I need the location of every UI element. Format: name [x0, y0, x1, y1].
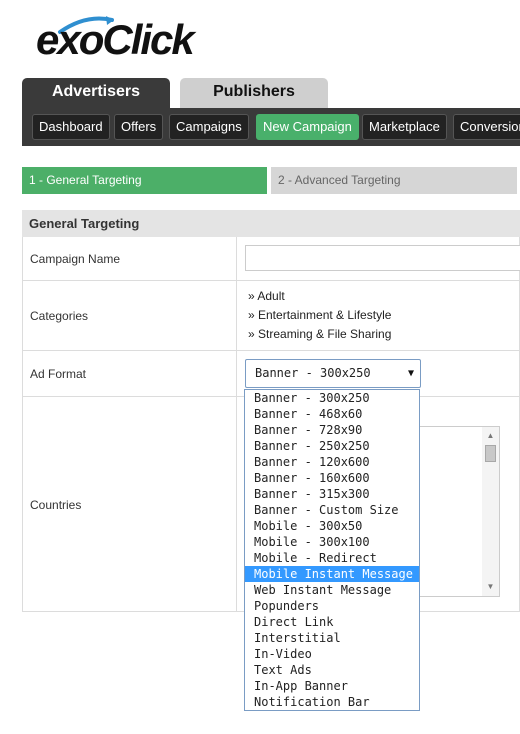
- ad-format-option[interactable]: Banner - 120x600: [245, 454, 419, 470]
- ad-format-option[interactable]: Text Ads: [245, 662, 419, 678]
- scroll-up-icon[interactable]: ▲: [482, 429, 499, 443]
- ad-format-select[interactable]: Banner - 300x250 ▼: [245, 359, 421, 388]
- ad-format-option[interactable]: Interstitial: [245, 630, 419, 646]
- nav-new-campaign[interactable]: New Campaign: [256, 114, 359, 140]
- ad-format-option[interactable]: In-App Banner: [245, 678, 419, 694]
- nav-offers[interactable]: Offers: [114, 114, 164, 140]
- section-title: General Targeting: [22, 210, 520, 237]
- category-streaming-file-sharing[interactable]: » Streaming & File Sharing: [248, 325, 391, 344]
- scroll-thumb[interactable]: [485, 445, 496, 462]
- step-advanced-targeting[interactable]: 2 - Advanced Targeting: [271, 167, 517, 194]
- campaign-name-label: Campaign Name: [23, 237, 237, 280]
- ad-format-option[interactable]: Mobile - 300x50: [245, 518, 419, 534]
- logo-text: exoClick: [36, 16, 195, 63]
- ad-format-option[interactable]: Popunders: [245, 598, 419, 614]
- ad-format-label: Ad Format: [23, 351, 237, 396]
- ad-format-option[interactable]: Mobile - Redirect: [245, 550, 419, 566]
- exoclick-logo[interactable]: exoClick: [36, 10, 216, 66]
- tab-advertisers[interactable]: Advertisers: [22, 78, 170, 108]
- campaign-name-input[interactable]: [245, 245, 520, 271]
- nav-conversion[interactable]: Conversion: [453, 114, 520, 140]
- nav-campaigns[interactable]: Campaigns: [169, 114, 249, 140]
- tab-publishers[interactable]: Publishers: [180, 78, 328, 108]
- nav-dashboard[interactable]: Dashboard: [32, 114, 110, 140]
- category-entertainment-lifestyle[interactable]: » Entertainment & Lifestyle: [248, 306, 391, 325]
- ad-format-option[interactable]: Banner - 315x300: [245, 486, 419, 502]
- ad-format-option[interactable]: Banner - 300x250: [245, 390, 419, 406]
- ad-format-option[interactable]: Banner - 160x600: [245, 470, 419, 486]
- ad-format-option[interactable]: Web Instant Message: [245, 582, 419, 598]
- nav-marketplace[interactable]: Marketplace: [362, 114, 447, 140]
- chevron-down-icon: ▼: [407, 368, 414, 379]
- ad-format-option[interactable]: Banner - 250x250: [245, 438, 419, 454]
- step-general-targeting[interactable]: 1 - General Targeting: [22, 167, 267, 194]
- ad-format-option[interactable]: Banner - Custom Size: [245, 502, 419, 518]
- ad-format-option[interactable]: Banner - 468x60: [245, 406, 419, 422]
- ad-format-option[interactable]: In-Video: [245, 646, 419, 662]
- categories-label: Categories: [23, 281, 237, 350]
- campaign-name-row: Campaign Name: [23, 237, 520, 281]
- countries-scrollbar[interactable]: ▲ ▼: [482, 427, 499, 596]
- ad-format-selected-value: Banner - 300x250: [255, 366, 371, 380]
- scroll-down-icon[interactable]: ▼: [482, 580, 499, 594]
- ad-format-option[interactable]: Direct Link: [245, 614, 419, 630]
- categories-row: Categories » Adult » Entertainment & Lif…: [23, 281, 520, 351]
- categories-list: » Adult » Entertainment & Lifestyle » St…: [248, 287, 391, 344]
- ad-format-option[interactable]: Notification Bar: [245, 694, 419, 710]
- ad-format-option[interactable]: Mobile - 300x100: [245, 534, 419, 550]
- countries-label: Countries: [23, 397, 237, 612]
- ad-format-option[interactable]: Banner - 728x90: [245, 422, 419, 438]
- secondary-nav: Dashboard Offers Campaigns New Campaign …: [22, 108, 520, 146]
- ad-format-option[interactable]: Mobile Instant Message: [245, 566, 419, 582]
- ad-format-dropdown-list: Banner - 300x250 Banner - 468x60 Banner - …: [244, 389, 420, 711]
- category-adult[interactable]: » Adult: [248, 287, 391, 306]
